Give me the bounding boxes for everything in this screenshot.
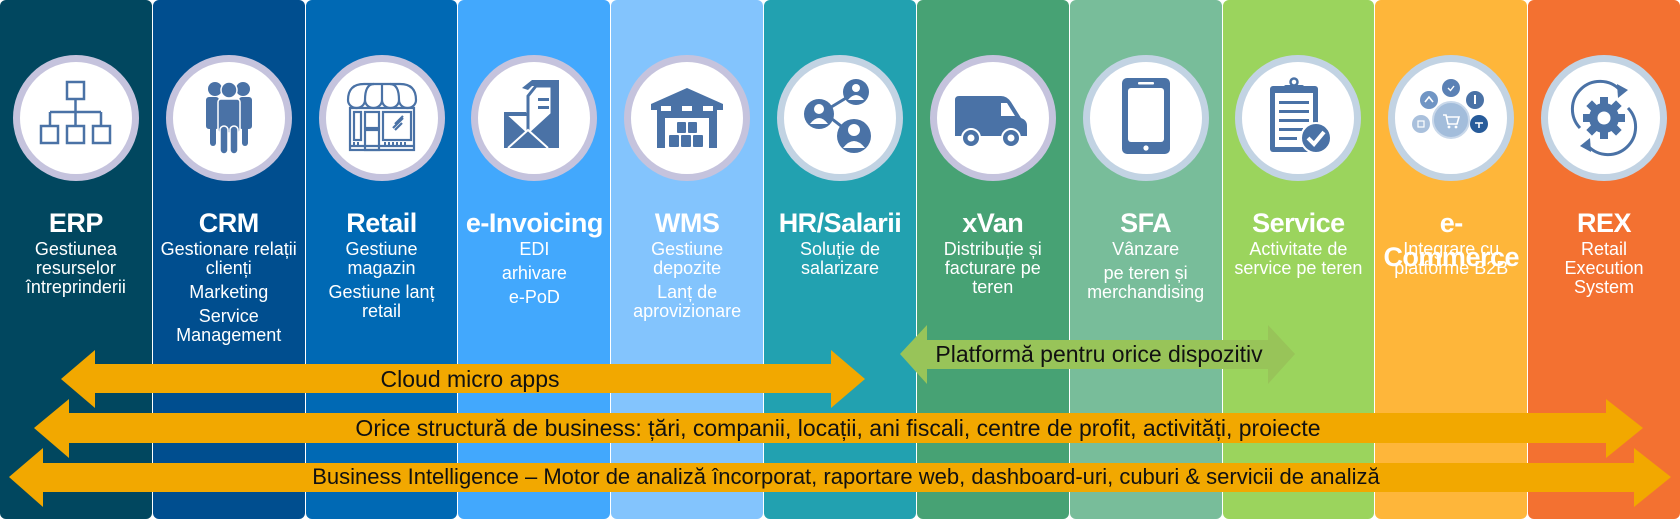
- column-description: Soluție de salarizare: [764, 240, 916, 278]
- column-description: Activitate de service pe teren: [1223, 240, 1375, 278]
- product-columns: ERP Gestiunearesurselorîntreprinderii: [0, 0, 1680, 520]
- description-line: Gestiunea: [34, 239, 117, 259]
- column-xvan[interactable]: xVan Distribuție și facturare pe teren: [916, 0, 1069, 519]
- description-line: Integrare cu: [1403, 239, 1500, 259]
- column-title: ERP: [48, 208, 104, 238]
- description-line: Gestiune: [651, 239, 724, 259]
- warehouse-icon: [651, 88, 724, 148]
- description-line: System: [1574, 277, 1635, 297]
- column-title: Retail: [346, 208, 417, 238]
- envelope-document-icon: [504, 80, 560, 149]
- column-sfa[interactable]: SFA Vânzare pe teren și merchandising: [1069, 0, 1222, 519]
- column-title: Service: [1252, 208, 1345, 238]
- description-line: pe teren și: [1103, 263, 1188, 283]
- description-line: Execution: [1564, 258, 1644, 278]
- column-title: xVan: [962, 208, 1024, 238]
- description-line: Management: [176, 325, 282, 345]
- xvan-badge: [929, 55, 1056, 181]
- description-line: Retail: [1581, 239, 1628, 259]
- description-line: service pe teren: [1234, 258, 1363, 278]
- clipboard-check-icon: [1270, 77, 1333, 154]
- crm-badge: [165, 55, 292, 181]
- description-line: arhivare: [501, 263, 567, 283]
- description-line: Service: [198, 306, 259, 326]
- description-line: Soluție de: [799, 239, 880, 259]
- description-line: aprovizionare: [633, 301, 742, 321]
- column-description: Gestiune magazin Gestiune lanț retail: [306, 240, 458, 321]
- people-network-icon: [803, 79, 871, 153]
- column-rex[interactable]: REX Retail Execution System: [1528, 0, 1680, 519]
- column-description: Vânzare pe teren și merchandising: [1070, 240, 1222, 302]
- description-line: facturare pe: [944, 258, 1041, 278]
- description-line: clienți: [205, 258, 252, 278]
- service-badge: [1235, 55, 1362, 181]
- column-title: SFA: [1120, 208, 1172, 238]
- retail-badge: [318, 55, 445, 181]
- description-line: Gestionare relații: [160, 239, 297, 259]
- description-line: magazin: [347, 258, 416, 278]
- hr-salarii-badge: [776, 55, 903, 181]
- rex-badge: [1541, 55, 1668, 181]
- column-hr-salarii[interactable]: HR/Salarii Soluție de salarizare: [764, 0, 916, 519]
- description-line: întreprinderii: [25, 277, 126, 297]
- gear-cycle-icon: [1570, 79, 1638, 157]
- column-e-commerce[interactable]: e-Commerce Integrare cu platforme B2B: [1375, 0, 1528, 519]
- description-line: Activitate de: [1249, 239, 1348, 259]
- column-retail[interactable]: Retail Gestiune magazin Gestiune lanț retai…: [305, 0, 458, 519]
- description-line: Lanț de: [657, 282, 718, 302]
- column-description: Gestiunea resurselor întreprinderii: [0, 240, 152, 297]
- column-title: CRM: [198, 208, 259, 238]
- delivery-van-icon: [954, 96, 1027, 148]
- description-line: depozite: [653, 258, 722, 278]
- column-description: Retail Execution System: [1528, 240, 1680, 297]
- column-description: Gestionare relații clienți Marketing Servic…: [153, 240, 305, 345]
- column-e-invoicing[interactable]: e-Invoicing EDI arhivare e-PoD: [458, 0, 611, 519]
- column-description: EDI arhivare e-PoD: [458, 240, 610, 307]
- sfa-badge: [1082, 55, 1209, 181]
- e-invoicing-badge: [471, 55, 598, 181]
- people-group-icon: [205, 81, 252, 155]
- description-line: teren: [972, 277, 1014, 297]
- column-description: Distribuție și facturare pe teren: [917, 240, 1069, 297]
- column-crm[interactable]: CRM Gestionare relații clienți Marketing Se…: [152, 0, 305, 519]
- description-line: Gestiune: [345, 239, 418, 259]
- column-title: e-Invoicing: [465, 208, 604, 238]
- column-description: Gestiune depozite Lanț de aprovizionare: [611, 240, 763, 321]
- column-title: HR/Salarii: [778, 208, 902, 238]
- erp-badge: [12, 55, 139, 181]
- column-description: Integrare cu platforme B2B: [1375, 240, 1527, 278]
- wms-badge: [624, 55, 751, 181]
- column-title: REX: [1577, 208, 1632, 238]
- column-erp[interactable]: ERP Gestiunea resurselor întreprinderii: [0, 0, 152, 519]
- description-line: resurselor: [35, 258, 116, 278]
- description-line: Distribuție și: [943, 239, 1042, 259]
- description-line: merchandising: [1087, 282, 1205, 302]
- storefront-icon: [346, 82, 417, 152]
- tablet-icon: [1121, 78, 1170, 154]
- description-line: salarizare: [800, 258, 879, 278]
- description-line: platforme B2B: [1394, 258, 1509, 278]
- description-line: Gestiune lanț: [328, 282, 435, 302]
- e-commerce-badge: [1388, 55, 1515, 181]
- description-line: Marketing: [189, 282, 269, 302]
- org-chart-icon: [39, 80, 112, 145]
- description-line: EDI: [519, 239, 550, 259]
- shopping-cart-network-icon: [1412, 79, 1489, 139]
- description-line: retail: [362, 301, 402, 321]
- column-service[interactable]: Service Activitate de service pe teren: [1222, 0, 1375, 519]
- description-line: Vânzare: [1112, 239, 1180, 259]
- column-title: WMS: [654, 208, 720, 238]
- description-line: e-PoD: [508, 287, 560, 307]
- column-wms[interactable]: WMS Gestiune depozite Lanț de aprovizionare: [611, 0, 764, 519]
